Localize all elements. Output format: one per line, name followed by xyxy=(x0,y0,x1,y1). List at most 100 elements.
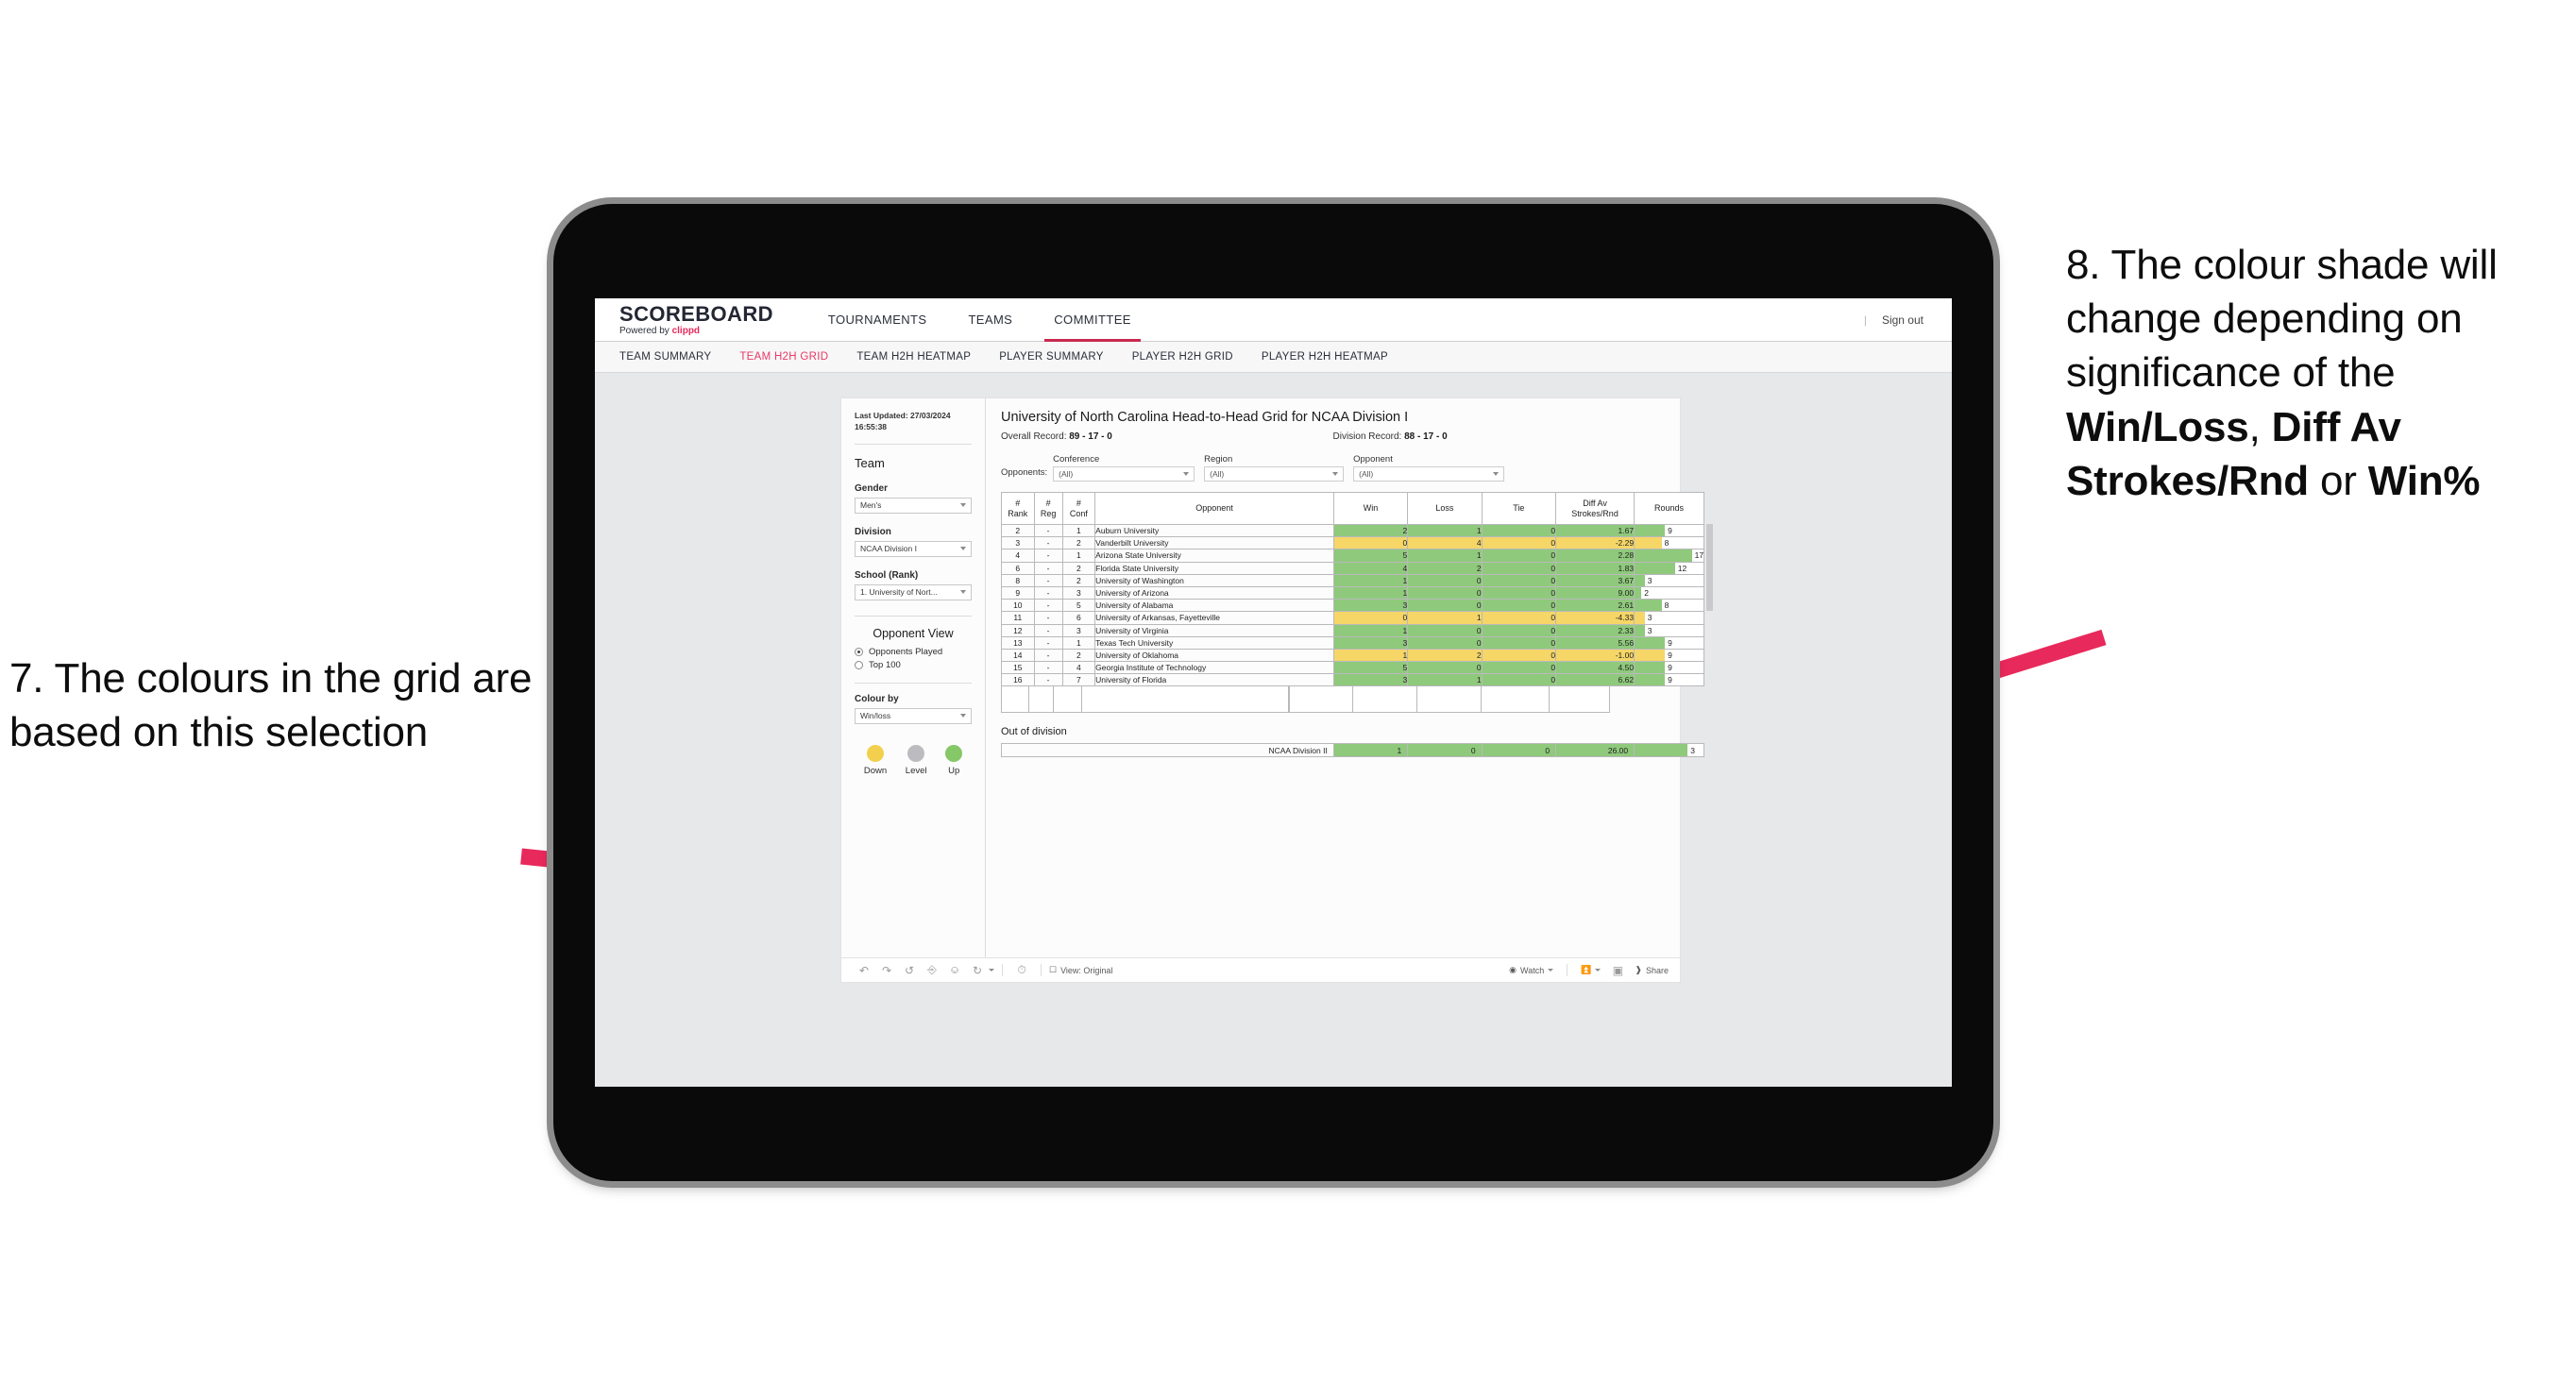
col-opponent[interactable]: Opponent xyxy=(1094,492,1334,525)
col-tie[interactable]: Tie xyxy=(1481,492,1557,525)
opponent-filter-select[interactable]: (All) xyxy=(1353,466,1505,482)
tab-team-h2h-grid[interactable]: TEAM H2H GRID xyxy=(739,351,828,363)
chevron-down-icon xyxy=(1493,472,1500,476)
rounds-bar xyxy=(1635,525,1666,537)
col-opponent-label: Opponent xyxy=(1195,503,1233,514)
cell-conf: 1 xyxy=(1061,549,1096,563)
col-reg-l1: # xyxy=(1045,499,1051,509)
secondary-nav: TEAM SUMMARY TEAM H2H GRID TEAM H2H HEAT… xyxy=(595,342,1952,373)
col-reg[interactable]: # Reg xyxy=(1033,492,1063,525)
table-row[interactable]: 6-2 Florida State University 4 2 0 1.83 12 xyxy=(1001,561,1704,575)
table-row[interactable]: 3-2 Vanderbilt University 0 4 0 -2.29 8 xyxy=(1001,536,1704,550)
grid-empty-cell xyxy=(1029,686,1054,714)
share-button[interactable]: ❱ Share xyxy=(1635,965,1669,975)
cell-win: 1 xyxy=(1332,585,1409,600)
col-rank[interactable]: # Rank xyxy=(1001,492,1035,525)
colour-by-select[interactable]: Win/loss xyxy=(855,707,972,724)
download-button[interactable]: ⏫ xyxy=(1581,965,1602,975)
table-row[interactable]: 16-7 University of Florida 3 1 0 6.62 9 xyxy=(1001,673,1704,687)
rounds-bar xyxy=(1635,649,1666,662)
radio-top-100[interactable]: Top 100 xyxy=(855,660,972,670)
tab-team-summary[interactable]: TEAM SUMMARY xyxy=(619,351,711,363)
cell-tie: 0 xyxy=(1481,635,1557,650)
cell-diff-av-strokes: -2.29 xyxy=(1555,536,1635,550)
sign-out-link[interactable]: Sign out xyxy=(1882,313,1924,327)
nav-teams[interactable]: TEAMS xyxy=(947,298,1033,341)
conference-filter-select[interactable]: (All) xyxy=(1053,466,1195,482)
cell-rank: 15 xyxy=(1001,661,1035,675)
table-row[interactable]: 14-2 University of Oklahoma 1 2 0 -1.00 9 xyxy=(1001,648,1704,663)
colour-legend: Down Level Up xyxy=(855,744,972,776)
grid-header-row: # Rank # Reg # Conf Opponent Win Loss Tie D… xyxy=(1001,492,1704,525)
tab-player-h2h-heatmap[interactable]: PLAYER H2H HEATMAP xyxy=(1262,351,1388,363)
col-conf[interactable]: # Conf xyxy=(1061,492,1096,525)
division-record-label: Division Record: xyxy=(1332,431,1402,442)
table-row[interactable]: 11-6 University of Arkansas, Fayetteville… xyxy=(1001,611,1704,625)
cell-loss: 0 xyxy=(1407,623,1483,637)
region-filter-select[interactable]: (All) xyxy=(1204,466,1345,482)
division-select-value: NCAA Division I xyxy=(860,544,917,554)
opponent-filters: Opponents: Conference (All) Region (All)… xyxy=(1001,454,1665,482)
revert-icon[interactable]: ↺ xyxy=(898,964,921,977)
legend-item-up: Up xyxy=(945,744,963,776)
cell-diff-av-strokes: -4.33 xyxy=(1555,611,1635,625)
table-row[interactable]: 13-1 Texas Tech University 3 0 0 5.56 9 xyxy=(1001,635,1704,650)
download-icon: ⏫ xyxy=(1581,965,1592,974)
chevron-down-icon xyxy=(960,714,966,718)
table-row[interactable]: 15-4 Georgia Institute of Technology 5 0 0 4.… xyxy=(1001,661,1704,675)
rounds-value: 9 xyxy=(1668,663,1672,673)
col-rounds[interactable]: Rounds xyxy=(1634,492,1704,525)
table-row[interactable]: 2-1 Auburn University 2 1 0 1.67 9 xyxy=(1001,523,1704,538)
cell-win: 5 xyxy=(1332,661,1409,675)
cell-win: 2 xyxy=(1332,523,1409,538)
cell-loss: 0 xyxy=(1407,599,1483,613)
radio-opponents-played[interactable]: Opponents Played xyxy=(855,647,972,657)
grid-vertical-scrollbar[interactable] xyxy=(1706,524,1713,666)
tab-player-summary[interactable]: PLAYER SUMMARY xyxy=(999,351,1104,363)
watch-button[interactable]: ◉ Watch xyxy=(1509,965,1554,975)
gender-select[interactable]: Men's xyxy=(855,497,972,514)
label-colour-by: Colour by xyxy=(855,693,899,704)
history-icon[interactable]: ⏱ xyxy=(1010,963,1033,977)
view-original-button[interactable]: ☐ View: Original xyxy=(1049,965,1112,975)
table-row[interactable]: 8-2 University of Washington 1 0 0 3.67 3 xyxy=(1001,573,1704,587)
redo-icon[interactable]: ↷ xyxy=(875,964,898,977)
cell-win: 3 xyxy=(1332,599,1409,613)
tab-team-h2h-heatmap[interactable]: TEAM H2H HEATMAP xyxy=(856,351,971,363)
rounds-value: 3 xyxy=(1647,625,1652,635)
overall-record: Overall Record: 89 - 17 - 0 xyxy=(1001,431,1333,442)
cell-rounds-bar: 8 xyxy=(1634,536,1704,550)
chevron-down-icon[interactable] xyxy=(989,969,994,972)
refresh-icon[interactable]: ⎆ xyxy=(921,963,943,977)
table-row[interactable]: 4-1 Arizona State University 5 1 0 2.28 17 xyxy=(1001,549,1704,563)
nav-tournaments[interactable]: TOURNAMENTS xyxy=(807,298,948,341)
redo-arrow-icon[interactable]: ↻ xyxy=(966,964,989,977)
division-select[interactable]: NCAA Division I xyxy=(855,540,972,557)
col-diff-av-strokes[interactable]: Diff Av Strokes/Rnd xyxy=(1555,492,1635,525)
col-loss[interactable]: Loss xyxy=(1407,492,1483,525)
tablet-screen: SCOREBOARD Powered by clippd TOURNAMENTS… xyxy=(595,298,1952,1087)
col-conf-l2: Conf xyxy=(1069,508,1088,518)
table-row[interactable]: 9-3 University of Arizona 1 0 0 9.00 2 xyxy=(1001,585,1704,600)
device-layout-icon[interactable]: ▣ xyxy=(1606,964,1629,977)
divider xyxy=(855,682,972,684)
cell-opponent: Georgia Institute of Technology xyxy=(1094,661,1334,675)
rounds-bar xyxy=(1635,674,1666,686)
annotation-right-bold-winloss: Win/Loss xyxy=(2066,403,2249,450)
rounds-value: 8 xyxy=(1664,538,1669,549)
school-rank-select[interactable]: 1. University of Nort... xyxy=(855,583,972,600)
table-row[interactable]: 12-3 University of Virginia 1 0 0 2.33 3 xyxy=(1001,623,1704,637)
chevron-down-icon xyxy=(1548,969,1554,972)
legend-dot-up xyxy=(945,744,963,762)
undo-icon[interactable]: ↶ xyxy=(853,964,875,977)
scrollbar-thumb[interactable] xyxy=(1706,524,1713,611)
col-win[interactable]: Win xyxy=(1332,492,1409,525)
table-row[interactable]: 10-5 University of Alabama 3 0 0 2.61 8 xyxy=(1001,599,1704,613)
nav-committee[interactable]: COMMITTEE xyxy=(1033,298,1152,342)
division-record-value: 88 - 17 - 0 xyxy=(1404,431,1448,442)
rounds-bar xyxy=(1635,636,1666,649)
tab-player-h2h-grid[interactable]: PLAYER H2H GRID xyxy=(1132,351,1233,363)
pause-updates-icon[interactable]: ⎉ xyxy=(943,963,966,977)
workbook-toolbar: ↶ ↷ ↺ ⎆ ⎉ ↻ ⏱ ☐ View: Original ◉ Watch ⏫… xyxy=(841,957,1680,982)
rounds-value: 9 xyxy=(1668,526,1672,536)
